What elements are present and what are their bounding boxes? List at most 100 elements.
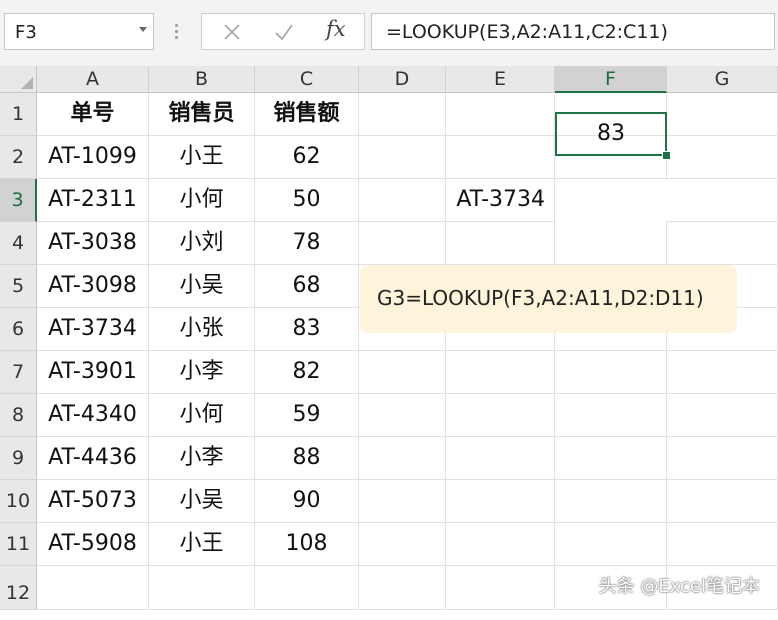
cell-b12[interactable] — [149, 566, 255, 610]
cell-d4[interactable] — [359, 222, 446, 265]
cell-e7[interactable] — [446, 351, 555, 394]
check-icon[interactable] — [272, 20, 296, 44]
name-box[interactable]: F3 — [4, 13, 154, 50]
cell-e9[interactable] — [446, 437, 555, 480]
cell-d12[interactable] — [359, 566, 446, 610]
cell-e4[interactable] — [446, 222, 555, 265]
cell-d7[interactable] — [359, 351, 446, 394]
formula-input[interactable]: =LOOKUP(E3,A2:A11,C2:C11) — [371, 13, 775, 50]
table-cell[interactable]: 68 — [255, 265, 359, 308]
cell-f11[interactable] — [555, 523, 667, 566]
cell-d11[interactable] — [359, 523, 446, 566]
table-cell[interactable]: AT-3098 — [37, 265, 149, 308]
cell-g11[interactable] — [667, 523, 778, 566]
row-header-1[interactable]: 1 — [0, 93, 37, 136]
cell-e2[interactable] — [446, 136, 555, 179]
drag-handle-icon[interactable] — [175, 24, 178, 40]
cell-f9[interactable] — [555, 437, 667, 480]
active-cell-f3[interactable]: 83 — [555, 112, 667, 156]
chevron-down-icon[interactable] — [139, 27, 147, 32]
cell-a12[interactable] — [37, 566, 149, 610]
cell-d3[interactable] — [359, 179, 446, 222]
column-header-g[interactable]: G — [667, 66, 778, 93]
cell-e10[interactable] — [446, 480, 555, 523]
cell-d2[interactable] — [359, 136, 446, 179]
table-cell[interactable]: 59 — [255, 394, 359, 437]
row-header-9[interactable]: 9 — [0, 437, 37, 480]
cell-f4[interactable] — [555, 222, 667, 265]
column-header-a[interactable]: A — [37, 66, 149, 93]
column-header-e[interactable]: E — [446, 66, 555, 93]
fill-handle[interactable] — [662, 151, 671, 160]
table-cell[interactable]: 小王 — [149, 136, 255, 179]
cell-e12[interactable] — [446, 566, 555, 610]
cell-e8[interactable] — [446, 394, 555, 437]
table-cell[interactable]: 小何 — [149, 394, 255, 437]
row-header-7[interactable]: 7 — [0, 351, 37, 394]
row-header-2[interactable]: 2 — [0, 136, 37, 179]
table-cell[interactable]: AT-4340 — [37, 394, 149, 437]
cell-f7[interactable] — [555, 351, 667, 394]
cell-f8[interactable] — [555, 394, 667, 437]
table-cell[interactable]: 108 — [255, 523, 359, 566]
table-cell[interactable]: 小张 — [149, 308, 255, 351]
cell-g2[interactable] — [667, 136, 778, 179]
table-cell[interactable]: AT-5073 — [37, 480, 149, 523]
table-cell[interactable]: AT-4436 — [37, 437, 149, 480]
cell-f10[interactable] — [555, 480, 667, 523]
table-cell[interactable]: AT-3734 — [37, 308, 149, 351]
cell-g3[interactable] — [667, 179, 778, 222]
column-title[interactable]: 销售额 — [255, 93, 359, 136]
table-cell[interactable]: 小李 — [149, 437, 255, 480]
column-header-c[interactable]: C — [255, 66, 359, 93]
column-header-f[interactable]: F — [555, 66, 667, 93]
column-header-d[interactable]: D — [359, 66, 446, 93]
table-cell[interactable]: AT-1099 — [37, 136, 149, 179]
row-header-10[interactable]: 10 — [0, 480, 37, 523]
select-all-button[interactable] — [0, 66, 37, 93]
cell-g9[interactable] — [667, 437, 778, 480]
table-cell[interactable]: AT-5908 — [37, 523, 149, 566]
table-cell[interactable]: 83 — [255, 308, 359, 351]
row-header-4[interactable]: 4 — [0, 222, 37, 265]
row-header-12[interactable]: 12 — [0, 566, 37, 610]
column-title[interactable]: 单号 — [37, 93, 149, 136]
fx-icon[interactable]: fx — [326, 17, 350, 41]
table-cell[interactable]: 82 — [255, 351, 359, 394]
table-cell[interactable]: 90 — [255, 480, 359, 523]
cell-d9[interactable] — [359, 437, 446, 480]
table-cell[interactable]: AT-3901 — [37, 351, 149, 394]
table-cell[interactable]: 50 — [255, 179, 359, 222]
row-header-8[interactable]: 8 — [0, 394, 37, 437]
cell-g1[interactable] — [667, 93, 778, 136]
lookup-key-cell[interactable]: AT-3734 — [446, 179, 555, 222]
cell-e11[interactable] — [446, 523, 555, 566]
cell-d1[interactable] — [359, 93, 446, 136]
table-cell[interactable]: 小刘 — [149, 222, 255, 265]
table-cell[interactable]: 62 — [255, 136, 359, 179]
table-cell[interactable]: 小王 — [149, 523, 255, 566]
table-cell[interactable]: AT-3038 — [37, 222, 149, 265]
cell-d10[interactable] — [359, 480, 446, 523]
table-cell[interactable]: 小李 — [149, 351, 255, 394]
table-cell[interactable]: 88 — [255, 437, 359, 480]
cell-g10[interactable] — [667, 480, 778, 523]
table-cell[interactable]: 小吴 — [149, 265, 255, 308]
row-header-3[interactable]: 3 — [0, 179, 37, 222]
column-header-b[interactable]: B — [149, 66, 255, 93]
cell-c12[interactable] — [255, 566, 359, 610]
table-cell[interactable]: 小吴 — [149, 480, 255, 523]
table-cell[interactable]: 78 — [255, 222, 359, 265]
cell-g8[interactable] — [667, 394, 778, 437]
row-header-11[interactable]: 11 — [0, 523, 37, 566]
cell-e1[interactable] — [446, 93, 555, 136]
cell-d8[interactable] — [359, 394, 446, 437]
column-title[interactable]: 销售员 — [149, 93, 255, 136]
table-cell[interactable]: 小何 — [149, 179, 255, 222]
cell-g7[interactable] — [667, 351, 778, 394]
table-cell[interactable]: AT-2311 — [37, 179, 149, 222]
row-header-5[interactable]: 5 — [0, 265, 37, 308]
row-header-6[interactable]: 6 — [0, 308, 37, 351]
cell-g4[interactable] — [667, 222, 778, 265]
close-icon[interactable] — [220, 20, 244, 44]
